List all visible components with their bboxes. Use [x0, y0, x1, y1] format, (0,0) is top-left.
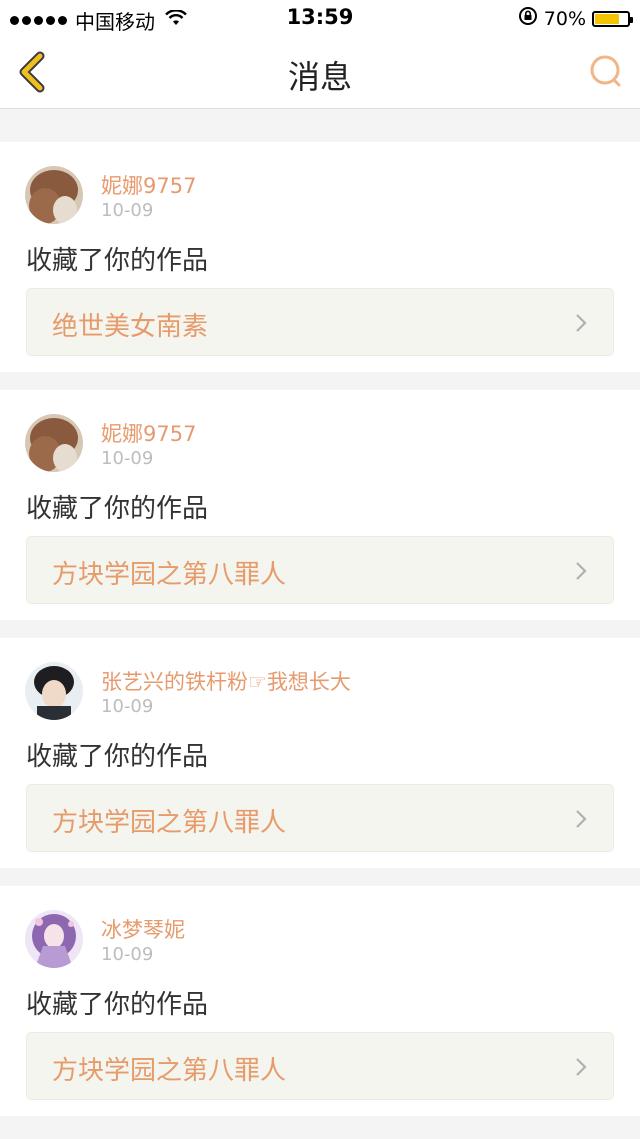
battery-fill [595, 13, 619, 24]
work-title: 绝世美女南素 [52, 312, 209, 342]
search-icon[interactable] [586, 52, 626, 92]
message-date: 10-09 [101, 448, 154, 469]
rotation-lock-icon [518, 6, 538, 31]
page-title: 消息 [287, 58, 352, 96]
avatar-icon[interactable] [25, 414, 83, 472]
username[interactable]: 冰梦琴妮 [101, 914, 185, 944]
username[interactable]: 妮娜9757 [101, 418, 196, 448]
chevron-right-icon [576, 314, 587, 332]
message-card: 张艺兴的铁杆粉☞我想长大 10-09 收藏了你的作品 方块学园之第八罪人 [0, 638, 640, 868]
work-title: 方块学园之第八罪人 [52, 808, 287, 838]
chevron-right-icon [576, 562, 587, 580]
work-title: 方块学园之第八罪人 [52, 1056, 287, 1086]
message-card: 冰梦琴妮 10-09 收藏了你的作品 方块学园之第八罪人 [0, 886, 640, 1116]
message-date: 10-09 [101, 696, 154, 717]
work-title: 方块学园之第八罪人 [52, 560, 287, 590]
work-link[interactable]: 方块学园之第八罪人 [26, 536, 614, 604]
message-card: 妮娜9757 10-09 收藏了你的作品 方块学园之第八罪人 [0, 390, 640, 620]
avatar-icon[interactable] [25, 662, 83, 720]
message-card: 妮娜9757 10-09 收藏了你的作品 绝世美女南素 [0, 142, 640, 372]
username[interactable]: 张艺兴的铁杆粉☞我想长大 [101, 666, 351, 696]
action-text: 收藏了你的作品 [26, 246, 209, 276]
message-date: 10-09 [101, 944, 154, 965]
chevron-right-icon [576, 1058, 587, 1076]
battery-icon [592, 10, 633, 27]
work-link[interactable]: 绝世美女南素 [26, 288, 614, 356]
action-text: 收藏了你的作品 [26, 742, 209, 772]
chevron-right-icon [576, 810, 587, 828]
battery-percent: 70% [543, 7, 586, 30]
status-bar: 中国移动 13:59 70% [0, 0, 640, 36]
action-text: 收藏了你的作品 [26, 494, 209, 524]
battery-group: 70% [518, 6, 633, 31]
work-link[interactable]: 方块学园之第八罪人 [26, 784, 614, 852]
username[interactable]: 妮娜9757 [101, 170, 196, 200]
message-date: 10-09 [101, 200, 154, 221]
action-text: 收藏了你的作品 [26, 990, 209, 1020]
nav-bar: 消息 [0, 36, 640, 109]
avatar-icon[interactable] [25, 910, 83, 968]
work-link[interactable]: 方块学园之第八罪人 [26, 1032, 614, 1100]
avatar-icon[interactable] [25, 166, 83, 224]
